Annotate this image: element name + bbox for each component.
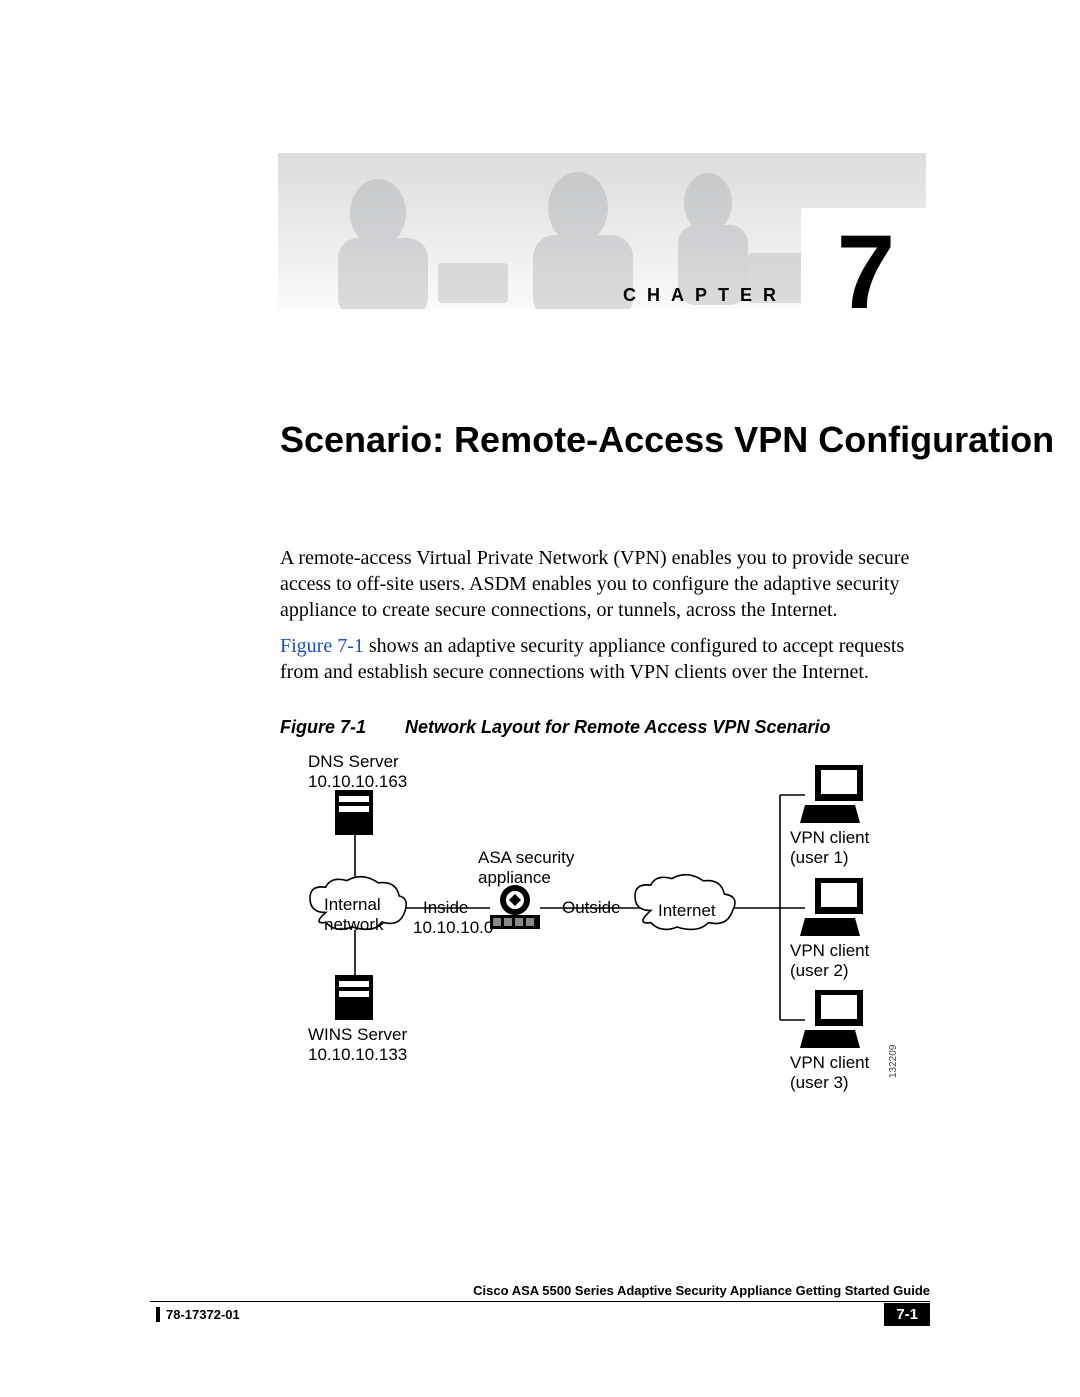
chapter-word: CHAPTER: [623, 285, 787, 306]
vpn2-line2: (user 2): [790, 961, 849, 980]
inside-ip: 10.10.10.0: [413, 918, 493, 938]
footer-doc-number: 78-17372-01: [156, 1307, 240, 1322]
paragraph-2-rest: shows an adaptive security appliance con…: [280, 635, 904, 683]
chapter-number: 7: [837, 213, 895, 333]
asa-label-1: ASA security: [478, 848, 574, 867]
internal-1: Internal: [324, 895, 381, 914]
wins-server-label: WINS Server 10.10.10.133: [308, 1025, 407, 1064]
figure-id-number: 132209: [888, 1045, 899, 1078]
internal-2: network: [324, 915, 384, 934]
vpn3-line1: VPN client: [790, 1053, 869, 1072]
figure-title: Network Layout for Remote Access VPN Sce…: [405, 717, 830, 737]
internal-network-label: Internal network: [324, 895, 384, 934]
footer-guide-title: Cisco ASA 5500 Series Adaptive Security …: [473, 1283, 930, 1298]
dns-server-text: DNS Server: [308, 752, 399, 771]
body-text: A remote-access Virtual Private Network …: [280, 545, 925, 695]
figure-caption: Figure 7-1 Network Layout for Remote Acc…: [280, 717, 830, 738]
outside-label: Outside: [562, 898, 621, 918]
page-title: Scenario: Remote-Access VPN Configuratio…: [280, 417, 1054, 462]
wins-server-text: WINS Server: [308, 1025, 407, 1044]
vpn3-line2: (user 3): [790, 1073, 849, 1092]
vpn2-line1: VPN client: [790, 941, 869, 960]
asa-label-2: appliance: [478, 868, 551, 887]
paragraph-2: Figure 7-1 shows an adaptive security ap…: [280, 633, 925, 685]
network-diagram: DNS Server 10.10.10.163 WINS Server 10.1…: [280, 740, 940, 1080]
vpn-client-1-label: VPN client (user 1): [790, 828, 869, 867]
footer-page-number: 7-1: [884, 1303, 930, 1326]
chapter-number-box: 7: [801, 208, 931, 338]
wins-server-ip: 10.10.10.133: [308, 1045, 407, 1064]
footer-divider: [150, 1301, 930, 1302]
paragraph-1: A remote-access Virtual Private Network …: [280, 545, 925, 623]
asa-label: ASA security appliance: [478, 848, 574, 887]
dns-server-ip: 10.10.10.163: [308, 772, 407, 791]
vpn-client-3-label: VPN client (user 3): [790, 1053, 869, 1092]
figure-reference: Figure 7-1: [280, 635, 364, 657]
vpn1-line1: VPN client: [790, 828, 869, 847]
chapter-word-text: CHAPTER: [623, 285, 787, 305]
dns-server-label: DNS Server 10.10.10.163: [308, 752, 407, 791]
figure-number: Figure 7-1: [280, 717, 400, 738]
inside-label: Inside: [423, 898, 468, 918]
internet-label: Internet: [658, 901, 716, 921]
vpn-client-2-label: VPN client (user 2): [790, 941, 869, 980]
vpn1-line2: (user 1): [790, 848, 849, 867]
